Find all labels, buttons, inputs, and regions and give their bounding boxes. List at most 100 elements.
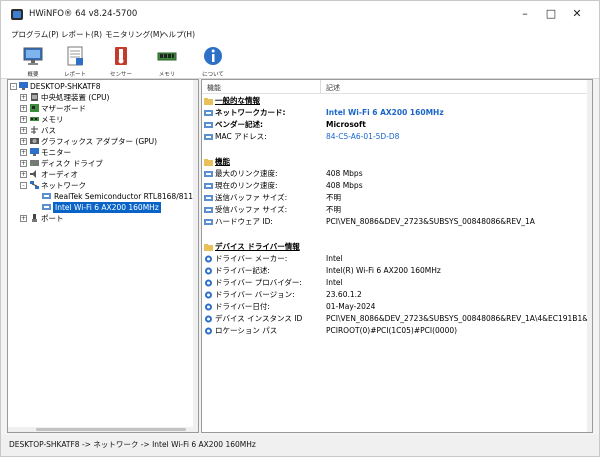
details-vertical-scrollbar[interactable] [587, 80, 592, 432]
network-adapter-icon [42, 204, 51, 210]
detail-key: ドライバー バージョン: [215, 290, 295, 299]
folder-icon [204, 98, 213, 105]
column-divider[interactable] [320, 80, 321, 93]
detail-key: ベンダー記述: [215, 120, 263, 129]
detail-key: ハードウェア ID: [215, 217, 273, 226]
network-card-icon [204, 134, 213, 140]
tree-horizontal-scrollbar[interactable] [8, 427, 198, 432]
detail-row[interactable]: ベンダー記述: Microsoft [202, 119, 592, 131]
driver-icon [205, 255, 212, 263]
sensor-button[interactable]: センサー [101, 44, 141, 78]
device-tree[interactable]: - DESKTOP-SHKATF8 + 中央処理装置 (CPU) + マザーボー… [7, 79, 199, 433]
network-card-icon [204, 183, 213, 189]
title-bar: HWiNFO® 64 v8.24-5700 – □ ✕ [1, 1, 599, 27]
menu-help[interactable]: ヘルプ(H) [161, 29, 195, 40]
sensor-label: センサー [109, 72, 132, 78]
detail-value: 408 Mbps [326, 169, 363, 178]
section-title: デバイス ドライバー情報 [215, 242, 300, 251]
detail-row[interactable]: ハードウェア ID: PCI\VEN_8086&DEV_2723&SUBSYS_… [202, 216, 592, 228]
expand-icon[interactable]: + [20, 116, 27, 123]
app-icon [11, 9, 23, 20]
detail-row[interactable]: ロケーション パス PCIROOT(0)#PCI(1C05)#PCI(0000) [202, 325, 592, 337]
menu-report[interactable]: レポート(R) [61, 29, 102, 40]
about-button[interactable]: について [193, 44, 233, 78]
detail-row[interactable]: MAC アドレス: 84-C5-A6-01-5D-D8 [202, 131, 592, 143]
detail-key: 送信バッファ サイズ: [215, 193, 288, 202]
driver-icon [205, 279, 212, 287]
collapse-icon[interactable]: - [20, 182, 27, 189]
close-button[interactable]: ✕ [567, 7, 587, 21]
column-header-feature[interactable]: 機能 [207, 83, 221, 93]
tree-vertical-scrollbar[interactable] [193, 80, 198, 432]
window-title: HWiNFO® 64 v8.24-5700 [29, 9, 138, 19]
computer-icon [19, 82, 28, 90]
detail-value: 不明 [326, 193, 341, 202]
menu-program[interactable]: プログラム(P) [11, 29, 59, 40]
summary-button[interactable]: 概要 [13, 44, 53, 78]
detail-row[interactable]: 最大のリンク速度: 408 Mbps [202, 168, 592, 180]
detail-row[interactable]: ドライバー バージョン: 23.60.1.2 [202, 289, 592, 301]
disk-icon [30, 160, 39, 166]
driver-icon [205, 327, 212, 335]
tree-item-label: バス [41, 126, 56, 135]
network-card-icon [204, 122, 213, 128]
memory-button[interactable]: メモリ [147, 44, 187, 78]
folder-icon [204, 159, 213, 166]
detail-key: デバイス インスタンス ID [215, 314, 303, 323]
maximize-button[interactable]: □ [541, 7, 561, 21]
scroll-thumb[interactable] [36, 428, 186, 431]
driver-icon [205, 303, 212, 311]
detail-row[interactable]: 受信バッファ サイズ: 不明 [202, 204, 592, 216]
cpu-icon [31, 93, 38, 101]
network-card-icon [204, 195, 213, 201]
detail-row[interactable]: ドライバー日付: 01-May-2024 [202, 301, 592, 313]
detail-row[interactable]: ドライバー プロバイダー: Intel [202, 277, 592, 289]
expand-icon[interactable]: + [20, 127, 27, 134]
network-card-icon [204, 171, 213, 177]
detail-value: 01-May-2024 [326, 302, 376, 311]
expand-icon[interactable]: + [20, 138, 27, 145]
minimize-button[interactable]: – [515, 7, 535, 21]
driver-icon [205, 291, 212, 299]
expand-icon[interactable]: + [20, 215, 27, 222]
detail-value: 23.60.1.2 [326, 290, 362, 299]
tree-item-label: モニター [41, 148, 71, 157]
expand-icon[interactable]: + [20, 160, 27, 167]
menu-monitoring[interactable]: モニタリング(M) [105, 29, 162, 40]
detail-row[interactable]: 現在のリンク速度: 408 Mbps [202, 180, 592, 192]
network-card-icon [204, 219, 213, 225]
detail-key: ロケーション パス [215, 326, 278, 335]
folder-icon [204, 244, 213, 251]
detail-key: ドライバー プロバイダー: [215, 278, 302, 287]
detail-key: MAC アドレス: [215, 132, 267, 141]
section-features: 機能 [202, 156, 592, 168]
about-label: について [202, 72, 224, 78]
detail-value: Intel [326, 278, 343, 287]
expand-icon[interactable]: + [20, 105, 27, 112]
detail-value: Intel(R) Wi-Fi 6 AX200 160MHz [326, 266, 441, 275]
detail-value: PCI\VEN_8086&DEV_2723&SUBSYS_00848086&RE… [326, 217, 535, 226]
tree-item-label: 中央処理装置 (CPU) [41, 93, 110, 102]
menu-bar: プログラム(P) レポート(R) モニタリング(M) ヘルプ(H) [1, 27, 599, 42]
status-bar: DESKTOP-SHKATF8 -> ネットワーク -> Intel Wi-Fi… [1, 435, 599, 456]
detail-value: PCIROOT(0)#PCI(1C05)#PCI(0000) [326, 326, 458, 335]
bus-icon [31, 126, 38, 134]
detail-row[interactable]: ドライバー記述: Intel(R) Wi-Fi 6 AX200 160MHz [202, 265, 592, 277]
expand-icon[interactable]: + [20, 94, 27, 101]
detail-value: 84-C5-A6-01-5D-D8 [326, 132, 400, 141]
tree-root-label: DESKTOP-SHKATF8 [30, 82, 101, 91]
report-icon [67, 46, 83, 66]
expand-icon[interactable]: + [20, 149, 27, 156]
detail-row[interactable]: デバイス インスタンス ID PCI\VEN_8086&DEV_2723&SUB… [202, 313, 592, 325]
tree-item-label: RealTek Semiconductor RTL8168/8111 F [54, 192, 199, 201]
summary-label: 概要 [27, 72, 39, 78]
column-header-description[interactable]: 記述 [326, 83, 340, 93]
detail-row[interactable]: 送信バッファ サイズ: 不明 [202, 192, 592, 204]
detail-row[interactable]: ネットワークカード: Intel Wi-Fi 6 AX200 160MHz [202, 107, 592, 119]
expand-icon[interactable]: + [20, 171, 27, 178]
section-general: 一般的な情報 [202, 95, 592, 107]
detail-row[interactable]: ドライバー メーカー: Intel [202, 253, 592, 265]
tree-item-label: マザーボード [41, 104, 86, 113]
report-button[interactable]: レポート [55, 44, 95, 78]
collapse-icon[interactable]: - [10, 83, 17, 90]
